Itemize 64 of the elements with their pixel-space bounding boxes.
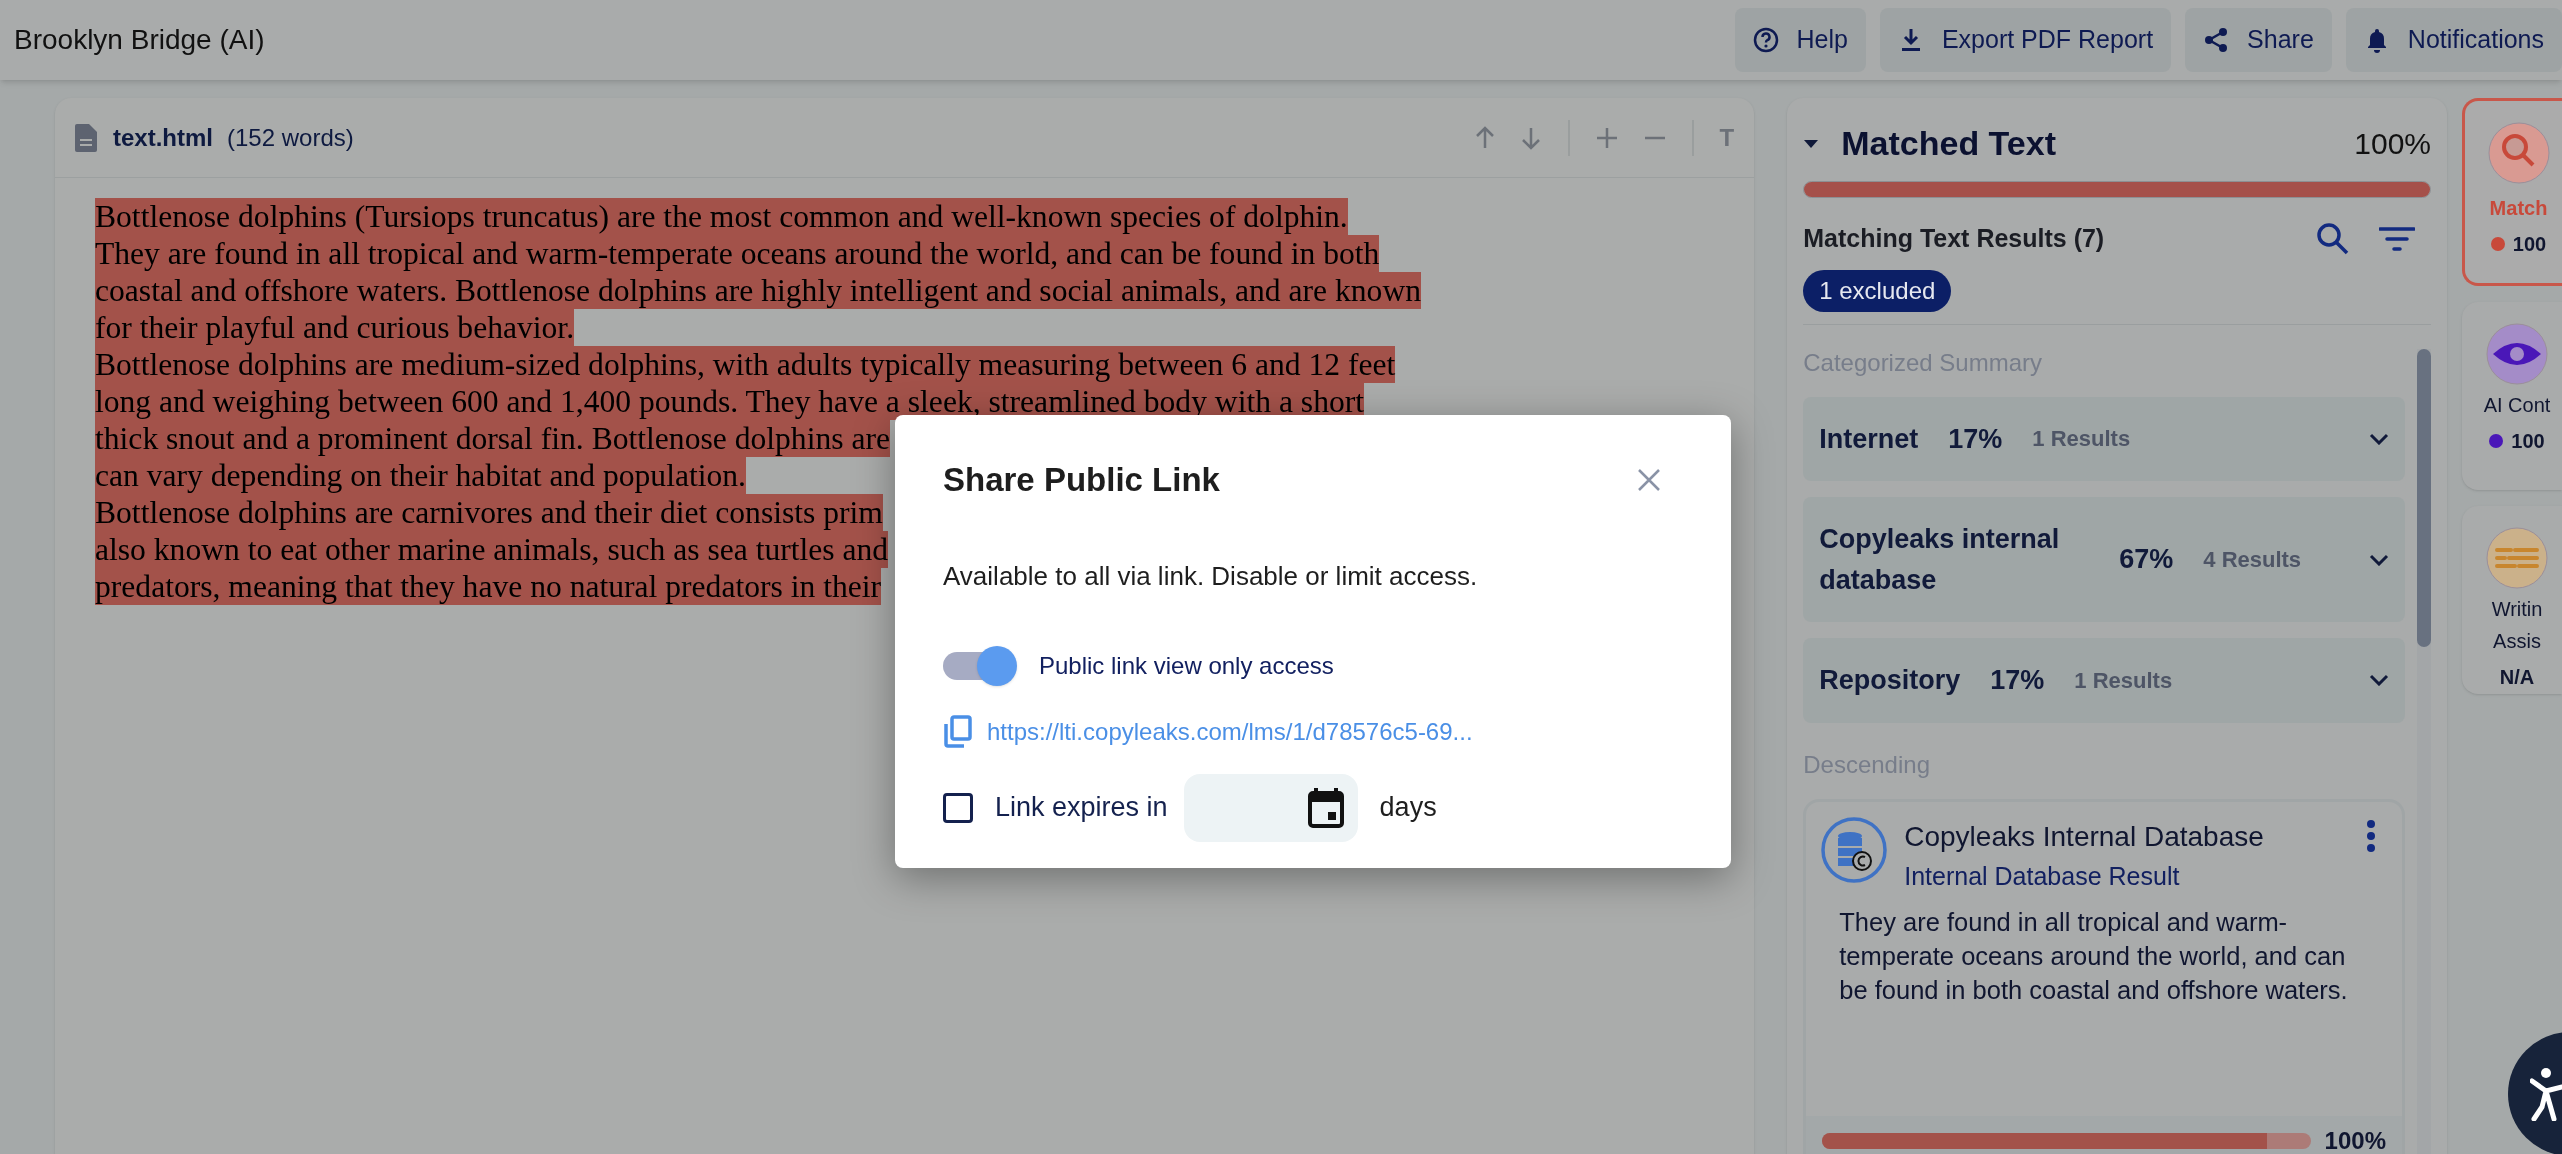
database-icon [1820, 815, 1889, 884]
category-percentage: 17% [1948, 422, 2003, 456]
expiry-unit: days [1379, 791, 1437, 825]
magnifier-icon [2486, 121, 2551, 185]
category-percentage: 67% [2119, 543, 2174, 577]
collapse-caret-icon[interactable] [1803, 138, 1820, 149]
dialog-description: Available to all via link. Disable or limit access. [943, 559, 1479, 593]
more-options-icon[interactable] [2366, 819, 2376, 852]
expiry-label: Link expires in [995, 791, 1168, 825]
chevron-down-icon [2369, 553, 2389, 566]
side-tab-label: Assis [2493, 629, 2541, 654]
calendar-icon[interactable] [1307, 787, 1344, 828]
category-result-count: 1 Results [2032, 425, 2131, 454]
result-excerpt: They are found in all tropical and warm-temperate oceans around the world, and can be found in both coastal and offshore waters. [1838, 907, 2349, 1006]
category-result-count: 1 Results [2074, 666, 2173, 695]
document-icon [75, 123, 97, 152]
side-tab-value: 100 [2511, 429, 2545, 454]
side-tab[interactable]: AI Cont 100 [2462, 302, 2562, 490]
panel-title: Matched Text [1841, 123, 2056, 164]
expiry-checkbox[interactable] [943, 792, 973, 823]
accessibility-icon [2530, 1067, 2562, 1121]
help-icon [1752, 27, 1779, 53]
result-card[interactable]: Copyleaks Internal Database Internal Database Result They are found in all tropical and warm-temperate oceans around the world, and can be found in both coastal and offshore waters. 100% [1803, 798, 2405, 1154]
side-tab-label: Match [2489, 196, 2548, 221]
toolbar-button[interactable]: Export PDF Report [1879, 8, 2172, 72]
toolbar-button[interactable]: Help [1734, 8, 1866, 72]
side-tab-label: Writin [2491, 597, 2543, 622]
toggle-switch[interactable] [943, 645, 1017, 686]
side-tab-label: AI Cont [2483, 393, 2551, 418]
toolbar-button[interactable]: Notifications [2345, 8, 2562, 72]
side-tab[interactable]: Match 100 [2462, 98, 2562, 286]
category-row[interactable]: Copyleaks internal database 67% 4 Results [1803, 497, 2405, 622]
date-input-field[interactable] [1183, 773, 1358, 842]
category-result-count: 4 Results [2203, 546, 2302, 574]
side-tab[interactable]: Writin Assis N/A [2462, 506, 2562, 694]
word-count: (152 words) [227, 122, 354, 153]
result-subtitle: Internal Database Result [1904, 860, 2181, 892]
category-name: Internet [1819, 422, 1919, 456]
side-tab-value: N/A [2499, 665, 2535, 690]
chevron-down-icon [2369, 432, 2389, 445]
toolbar-button[interactable]: Share [2185, 8, 2332, 72]
results-heading: Matching Text Results (7) [1803, 223, 2105, 254]
eye-icon [2485, 322, 2549, 386]
scrollbar-thumb[interactable] [2417, 348, 2431, 647]
share-icon [2203, 27, 2230, 53]
match-percentage: 100% [2354, 126, 2431, 162]
chevron-down-icon [2369, 674, 2389, 687]
file-name: text.html [113, 122, 213, 153]
category-name: Copyleaks internal database [1819, 523, 2061, 597]
category-name: Repository [1819, 664, 1961, 697]
result-percentage: 100% [2324, 1125, 2386, 1154]
result-title[interactable]: Copyleaks Internal Database [1904, 815, 2366, 858]
search-icon[interactable] [2315, 220, 2351, 257]
side-tab-value: 100 [2512, 232, 2547, 257]
close-icon[interactable] [1637, 467, 1661, 492]
excluded-badge[interactable]: 1 excluded [1803, 269, 1952, 312]
dialog-title: Share Public Link [943, 460, 1220, 500]
text-lines-icon [2485, 526, 2549, 590]
category-percentage: 17% [1990, 664, 2045, 697]
app-title: Brooklyn Bridge (AI) [13, 23, 265, 57]
category-row[interactable]: Internet 17% 1 Results [1803, 396, 2405, 481]
toggle-label: Public link view only access [1039, 650, 1334, 681]
category-row[interactable]: Repository 17% 1 Results [1803, 638, 2405, 723]
copy-icon[interactable] [943, 714, 973, 749]
